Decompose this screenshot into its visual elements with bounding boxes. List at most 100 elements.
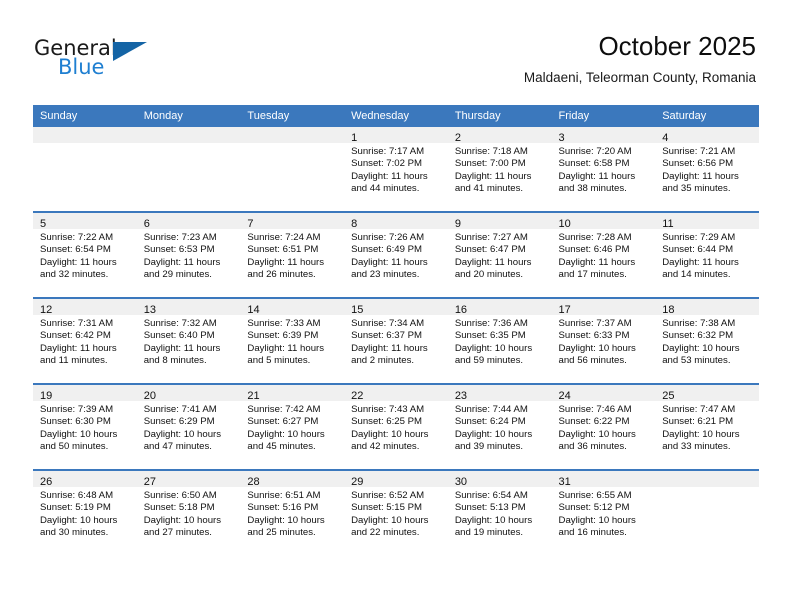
sunrise-text: Sunrise: 7:38 AM <box>662 318 736 329</box>
calendar-day-cell[interactable]: 20 Sunrise: 7:41 AM Sunset: 6:29 PM Dayligh… <box>136 383 241 470</box>
calendar-day-cell[interactable]: 22 Sunrise: 7:43 AM Sunset: 6:25 PM Dayligh… <box>344 383 448 470</box>
calendar-day-cell[interactable]: 4 Sunrise: 7:21 AM Sunset: 6:56 PM Daylight… <box>655 127 759 212</box>
calendar-day-cell[interactable]: 19 Sunrise: 7:39 AM Sunset: 6:30 PM Dayligh… <box>33 383 137 470</box>
weekday-header-friday: Friday <box>551 105 656 127</box>
calendar-day-cell[interactable]: 12 Sunrise: 7:31 AM Sunset: 6:42 PM Dayligh… <box>33 297 137 384</box>
sunset-text: Sunset: 7:02 PM <box>351 158 423 170</box>
daylight-text: Daylight: 11 hours <box>247 342 325 354</box>
sunset-text: Sunset: 7:00 PM <box>454 158 526 170</box>
calendar-day-cell[interactable]: 29 Sunrise: 6:52 AM Sunset: 5:15 PM Dayligh… <box>344 469 448 555</box>
calendar-day-cell[interactable]: 21 Sunrise: 7:42 AM Sunset: 6:27 PM Dayligh… <box>240 383 345 470</box>
calendar-day-cell[interactable]: 1 Sunrise: 7:17 AM Sunset: 7:02 PM Daylight… <box>344 127 448 212</box>
daylight-text: Daylight: 11 hours <box>143 342 221 354</box>
sunset-text: Sunset: 6:46 PM <box>558 244 630 256</box>
calendar-day-cell[interactable]: 10 Sunrise: 7:28 AM Sunset: 6:46 PM Dayligh… <box>551 211 656 298</box>
day-details: Sunrise: 7:36 AM Sunset: 6:35 PM Daylight:… <box>448 315 552 368</box>
day-number-band <box>33 127 137 143</box>
day-details: Sunrise: 7:18 AM Sunset: 7:00 PM Daylight:… <box>448 143 552 196</box>
daylight-text-cont: and 16 minutes. <box>558 527 627 539</box>
day-details: Sunrise: 7:47 AM Sunset: 6:21 PM Daylight:… <box>655 401 759 454</box>
day-details: Sunrise: 7:41 AM Sunset: 6:29 PM Daylight:… <box>137 401 241 454</box>
calendar-day-cell[interactable]: 15 Sunrise: 7:34 AM Sunset: 6:37 PM Dayligh… <box>344 297 448 384</box>
day-number: 13 <box>143 304 156 316</box>
calendar-day-cell[interactable]: 31 Sunrise: 6:55 AM Sunset: 5:12 PM Dayligh… <box>551 469 656 555</box>
sunset-text: Sunset: 6:42 PM <box>40 330 111 342</box>
calendar-day-cell[interactable]: 7 Sunrise: 7:24 AM Sunset: 6:51 PM Daylight… <box>240 211 345 298</box>
calendar-day-cell[interactable]: 27 Sunrise: 6:50 AM Sunset: 5:18 PM Dayligh… <box>136 469 241 555</box>
daylight-text-cont: and 5 minutes. <box>247 355 311 367</box>
sunset-text: Sunset: 6:58 PM <box>558 158 630 170</box>
day-number-band <box>655 471 759 487</box>
daylight-text: Daylight: 11 hours <box>558 170 636 182</box>
calendar-day-cell[interactable]: 13 Sunrise: 7:32 AM Sunset: 6:40 PM Dayligh… <box>136 297 241 384</box>
sunrise-text: Sunrise: 7:34 AM <box>351 318 425 329</box>
sunset-text: Sunset: 6:40 PM <box>143 330 215 342</box>
day-number-band: 5 <box>33 213 137 230</box>
calendar-day-cell[interactable]: 9 Sunrise: 7:27 AM Sunset: 6:47 PM Daylight… <box>447 211 552 298</box>
day-number-band: 27 <box>136 471 241 488</box>
day-details: Sunrise: 7:38 AM Sunset: 6:32 PM Daylight:… <box>655 315 759 368</box>
daylight-text: Daylight: 10 hours <box>454 514 533 526</box>
day-number: 20 <box>143 390 156 402</box>
day-number-band: 25 <box>655 385 759 402</box>
sunset-text: Sunset: 6:32 PM <box>662 330 734 342</box>
day-details <box>655 487 759 490</box>
calendar-day-cell[interactable]: 23 Sunrise: 7:44 AM Sunset: 6:24 PM Dayligh… <box>447 383 552 470</box>
sunrise-text: Sunrise: 6:54 AM <box>454 490 528 501</box>
sunrise-text: Sunrise: 7:31 AM <box>40 318 114 329</box>
calendar-day-cell[interactable]: 17 Sunrise: 7:37 AM Sunset: 6:33 PM Dayligh… <box>551 297 656 384</box>
calendar-day-cell[interactable]: 25 Sunrise: 7:47 AM Sunset: 6:21 PM Dayligh… <box>655 383 759 470</box>
day-details: Sunrise: 7:27 AM Sunset: 6:47 PM Daylight:… <box>448 229 552 282</box>
calendar-day-cell[interactable]: 26 Sunrise: 6:48 AM Sunset: 5:19 PM Dayligh… <box>33 469 137 555</box>
calendar-day-cell[interactable]: 18 Sunrise: 7:38 AM Sunset: 6:32 PM Dayligh… <box>655 297 759 384</box>
sunrise-text: Sunrise: 7:46 AM <box>558 404 632 415</box>
calendar-day-cell[interactable]: 28 Sunrise: 6:51 AM Sunset: 5:16 PM Dayligh… <box>240 469 345 555</box>
calendar-header-row: Sunday Monday Tuesday Wednesday Thursday Frid… <box>33 105 759 127</box>
weekday-header-saturday: Saturday <box>655 105 759 127</box>
daylight-text-cont: and 22 minutes. <box>351 527 420 539</box>
daylight-text-cont: and 56 minutes. <box>558 355 627 367</box>
daylight-text-cont: and 38 minutes. <box>558 183 627 195</box>
daylight-text: Daylight: 10 hours <box>351 428 429 440</box>
calendar-day-cell[interactable]: 2 Sunrise: 7:18 AM Sunset: 7:00 PM Daylight… <box>447 127 552 212</box>
calendar-day-cell[interactable]: 11 Sunrise: 7:29 AM Sunset: 6:44 PM Dayligh… <box>655 211 759 298</box>
calendar-day-cell[interactable]: 3 Sunrise: 7:20 AM Sunset: 6:58 PM Daylight… <box>551 127 656 212</box>
daylight-text: Daylight: 11 hours <box>351 342 428 354</box>
day-number: 28 <box>247 476 260 488</box>
daylight-text-cont: and 59 minutes. <box>454 355 524 367</box>
brand-logo[interactable]: General Blue <box>34 36 234 84</box>
calendar-week-row: 26 Sunrise: 6:48 AM Sunset: 5:19 PM Dayligh… <box>33 469 759 555</box>
daylight-text-cont: and 23 minutes. <box>351 269 420 281</box>
calendar-day-cell[interactable]: 30 Sunrise: 6:54 AM Sunset: 5:13 PM Dayligh… <box>447 469 552 555</box>
day-number-band: 22 <box>344 385 448 402</box>
brand-name-blue: Blue <box>58 55 105 79</box>
day-number-band: 23 <box>447 385 552 402</box>
daylight-text-cont: and 2 minutes. <box>351 355 415 367</box>
calendar-day-cell[interactable]: 14 Sunrise: 7:33 AM Sunset: 6:39 PM Dayligh… <box>240 297 345 384</box>
daylight-text-cont: and 25 minutes. <box>247 527 316 539</box>
sunrise-text: Sunrise: 7:37 AM <box>558 318 632 329</box>
calendar-day-cell[interactable]: 6 Sunrise: 7:23 AM Sunset: 6:53 PM Daylight… <box>136 211 241 298</box>
sunset-text: Sunset: 6:54 PM <box>40 244 111 256</box>
day-number: 24 <box>558 390 571 402</box>
daylight-text: Daylight: 10 hours <box>143 428 222 440</box>
daylight-text-cont: and 33 minutes. <box>662 441 731 453</box>
sunset-text: Sunset: 6:33 PM <box>558 330 630 342</box>
weekday-header-sunday: Sunday <box>33 105 137 127</box>
day-number-band: 21 <box>240 385 345 402</box>
day-details: Sunrise: 7:43 AM Sunset: 6:25 PM Daylight:… <box>344 401 448 454</box>
calendar-week-row: 12 Sunrise: 7:31 AM Sunset: 6:42 PM Dayligh… <box>33 297 759 384</box>
sunrise-text: Sunrise: 7:47 AM <box>662 404 736 415</box>
day-details: Sunrise: 7:42 AM Sunset: 6:27 PM Daylight:… <box>240 401 344 454</box>
daylight-text-cont: and 27 minutes. <box>143 527 212 539</box>
calendar-day-cell[interactable]: 5 Sunrise: 7:22 AM Sunset: 6:54 PM Daylight… <box>33 211 137 298</box>
calendar-day-cell[interactable]: 8 Sunrise: 7:26 AM Sunset: 6:49 PM Daylight… <box>344 211 448 298</box>
calendar-day-cell[interactable]: 16 Sunrise: 7:36 AM Sunset: 6:35 PM Dayligh… <box>447 297 552 384</box>
day-details: Sunrise: 6:55 AM Sunset: 5:12 PM Daylight:… <box>552 487 656 540</box>
day-number-band: 29 <box>344 471 448 488</box>
calendar-body: 1 Sunrise: 7:17 AM Sunset: 7:02 PM Daylight… <box>33 127 759 555</box>
sunset-text: Sunset: 6:37 PM <box>351 330 423 342</box>
sunrise-text: Sunrise: 7:17 AM <box>351 146 425 157</box>
calendar-day-cell[interactable]: 24 Sunrise: 7:46 AM Sunset: 6:22 PM Dayligh… <box>551 383 656 470</box>
day-number-band: 18 <box>655 299 759 316</box>
